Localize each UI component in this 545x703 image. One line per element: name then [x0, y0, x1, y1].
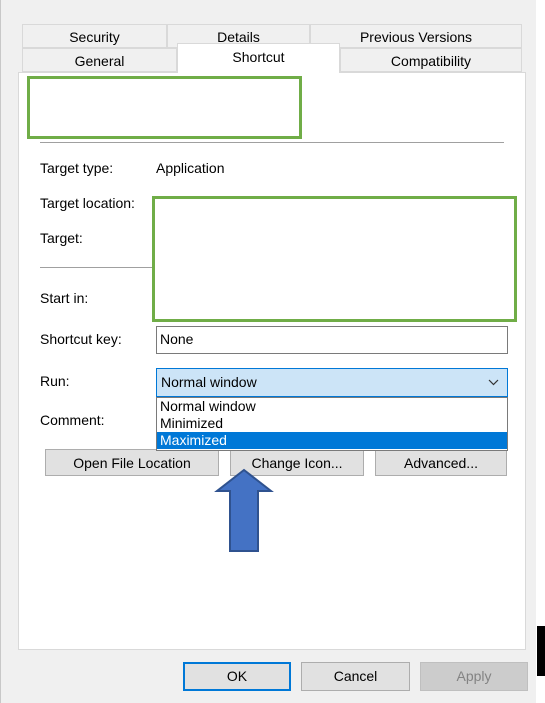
target-label: Target: [40, 230, 83, 246]
cancel-button[interactable]: Cancel [301, 662, 410, 691]
tab-general[interactable]: General [22, 48, 177, 72]
run-select-value: Normal window [161, 374, 257, 390]
comment-label: Comment: [40, 412, 105, 428]
tab-compatibility[interactable]: Compatibility [340, 48, 522, 72]
separator [40, 267, 160, 268]
tab-security[interactable]: Security [22, 24, 167, 48]
tab-previous-versions[interactable]: Previous Versions [310, 24, 522, 48]
shortcut-key-label: Shortcut key: [40, 331, 122, 347]
run-select[interactable]: Normal window [156, 368, 508, 397]
highlight-box-target [152, 196, 517, 322]
separator [40, 142, 504, 143]
run-option-maximized[interactable]: Maximized [157, 432, 507, 449]
highlight-box-name [27, 76, 302, 139]
run-option-normal-window[interactable]: Normal window [157, 398, 507, 415]
shortcut-panel [18, 72, 526, 650]
background-window [536, 0, 545, 703]
open-file-location-button[interactable]: Open File Location [45, 449, 219, 476]
arrow-up-icon [214, 468, 274, 552]
target-type-value: Application [156, 160, 225, 176]
run-dropdown-list: Normal window Minimized Maximized [156, 397, 508, 451]
run-label: Run: [40, 373, 70, 389]
tab-shortcut[interactable]: Shortcut [177, 43, 340, 73]
chevron-down-icon[interactable] [488, 379, 499, 386]
ok-button[interactable]: OK [183, 662, 291, 691]
background-window-fragment [537, 626, 545, 676]
target-location-label: Target location: [40, 195, 135, 211]
run-option-minimized[interactable]: Minimized [157, 415, 507, 432]
advanced-button[interactable]: Advanced... [375, 449, 507, 476]
start-in-label: Start in: [40, 290, 89, 306]
target-type-label: Target type: [40, 160, 114, 176]
shortcut-key-input[interactable]: None [156, 326, 508, 354]
apply-button[interactable]: Apply [420, 662, 528, 691]
